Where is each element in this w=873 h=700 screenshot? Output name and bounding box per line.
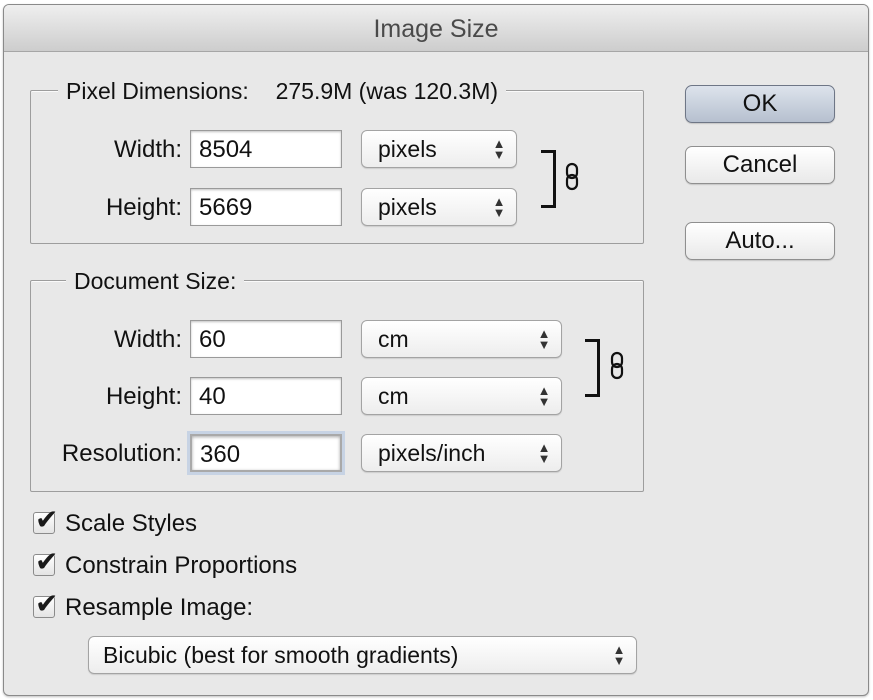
pixel-height-label: Height: — [105, 194, 182, 221]
resample-method-value: Bicubic (best for smooth gradients) — [103, 642, 459, 668]
resample-image-label: Resample Image: — [65, 594, 254, 621]
checkmark-icon: ✔ — [35, 546, 59, 577]
doc-width-input[interactable]: 60 — [190, 320, 342, 358]
pixel-height-unit-select[interactable]: pixels ▲ ▼ — [361, 188, 517, 226]
doc-height-input[interactable]: 40 — [190, 377, 342, 415]
chain-link-icon — [565, 162, 579, 191]
doc-height-label: Height: — [105, 383, 182, 410]
checkmark-icon: ✔ — [35, 504, 59, 535]
resolution-unit-select[interactable]: pixels/inch ▲ ▼ — [361, 434, 562, 472]
document-size-legend: Document Size: — [66, 268, 245, 295]
dialog-body: Pixel Dimensions: 275.9M (was 120.3M) Wi… — [4, 52, 868, 695]
constrain-proportions-label: Constrain Proportions — [65, 552, 298, 579]
doc-width-unit-select[interactable]: cm ▲ ▼ — [361, 320, 562, 358]
pixel-dimensions-label: Pixel Dimensions: — [66, 78, 249, 104]
pixel-dimensions-size: 275.9M (was 120.3M) — [275, 78, 499, 104]
chain-link-icon — [610, 351, 624, 380]
pixel-height-input[interactable]: 5669 — [190, 188, 342, 226]
constrain-proportions-checkbox[interactable]: ✔ — [33, 547, 58, 577]
updown-arrows-icon: ▲ ▼ — [537, 440, 551, 466]
pixel-height-unit-value: pixels — [378, 194, 437, 220]
doc-height-unit-select[interactable]: cm ▲ ▼ — [361, 377, 562, 415]
doc-width-label: Width: — [113, 326, 182, 353]
document-constrain-bracket — [585, 339, 600, 397]
dialog-title: Image Size — [373, 15, 499, 43]
doc-width-unit-value: cm — [378, 326, 409, 352]
pixel-width-label: Width: — [113, 136, 182, 163]
constrain-proportions-option[interactable]: ✔ Constrain Proportions — [33, 547, 373, 582]
ok-button[interactable]: OK — [685, 85, 835, 123]
auto-button[interactable]: Auto... — [685, 222, 835, 260]
updown-arrows-icon: ▲ ▼ — [492, 194, 506, 220]
document-size-label: Document Size: — [74, 268, 237, 294]
pixel-width-unit-select[interactable]: pixels ▲ ▼ — [361, 130, 517, 168]
doc-height-unit-value: cm — [378, 383, 409, 409]
updown-arrows-icon: ▲ ▼ — [612, 642, 626, 668]
scale-styles-option[interactable]: ✔ Scale Styles — [33, 505, 333, 540]
updown-arrows-icon: ▲ ▼ — [537, 383, 551, 409]
scale-styles-label: Scale Styles — [65, 510, 198, 537]
resample-method-select[interactable]: Bicubic (best for smooth gradients) ▲ ▼ — [88, 636, 637, 674]
cancel-button[interactable]: Cancel — [685, 146, 835, 184]
scale-styles-checkbox[interactable]: ✔ — [33, 505, 58, 535]
title-bar[interactable]: Image Size — [4, 5, 868, 52]
resolution-label: Resolution: — [61, 440, 182, 467]
image-size-dialog: Image Size Pixel Dimensions: 275.9M (was… — [3, 4, 869, 696]
updown-arrows-icon: ▲ ▼ — [492, 136, 506, 162]
updown-arrows-icon: ▲ ▼ — [537, 326, 551, 352]
resolution-input[interactable]: 360 — [187, 431, 345, 475]
resample-image-option[interactable]: ✔ Resample Image: — [33, 589, 333, 624]
resample-image-checkbox[interactable]: ✔ — [33, 589, 58, 619]
pixel-constrain-bracket — [541, 150, 556, 208]
pixel-dimensions-legend: Pixel Dimensions: 275.9M (was 120.3M) — [58, 78, 507, 105]
resolution-unit-value: pixels/inch — [378, 440, 486, 466]
checkmark-icon: ✔ — [35, 588, 59, 619]
pixel-width-unit-value: pixels — [378, 136, 437, 162]
pixel-width-input[interactable]: 8504 — [190, 130, 342, 168]
